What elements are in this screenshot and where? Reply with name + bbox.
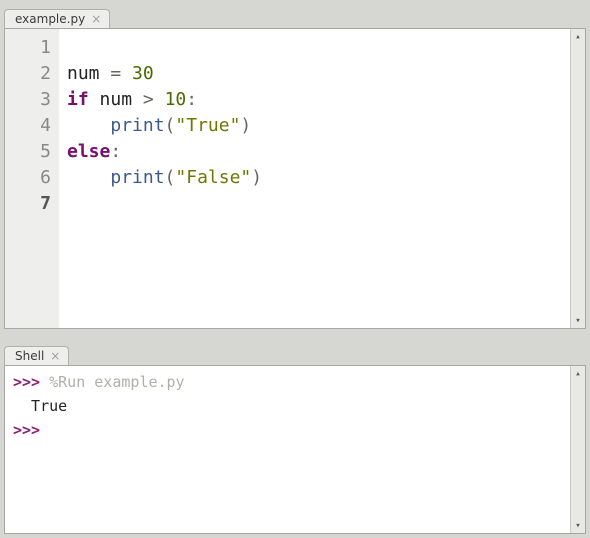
scroll-up-icon[interactable]: ▴: [571, 366, 585, 381]
shell-output: True: [13, 394, 562, 418]
shell-line: >>> %Run example.py: [13, 370, 562, 394]
shell-run-command: %Run example.py: [40, 373, 185, 391]
line-number: 7: [5, 191, 51, 217]
scrollbar-track[interactable]: [571, 381, 585, 518]
scroll-down-icon[interactable]: ▾: [571, 518, 585, 533]
editor-tab-row: example.py ×: [4, 4, 586, 28]
line-number: 3: [5, 87, 51, 113]
editor-content: 1 2 3 4 5 6 7 num = 30if num > 10: print…: [4, 28, 586, 329]
editor-panel: example.py × 1 2 3 4 5 6 7 num = 30if nu…: [0, 0, 590, 333]
shell-panel: Shell × >>> %Run example.py True >>> ▴ ▾: [0, 337, 590, 538]
shell-tab-row: Shell ×: [4, 341, 586, 365]
shell-scrollbar[interactable]: ▴ ▾: [570, 366, 585, 533]
editor-scrollbar[interactable]: ▴ ▾: [570, 29, 585, 328]
scroll-up-icon[interactable]: ▴: [571, 29, 585, 44]
shell-prompt: >>>: [13, 373, 40, 391]
shell-line: >>>: [13, 418, 562, 442]
code-line: num = 30: [67, 61, 562, 87]
line-number: 4: [5, 113, 51, 139]
editor-tab-label: example.py: [15, 12, 85, 26]
shell-tab[interactable]: Shell ×: [4, 346, 69, 365]
code-line: [67, 35, 562, 61]
line-number: 6: [5, 165, 51, 191]
scrollbar-track[interactable]: [571, 44, 585, 313]
line-number: 1: [5, 35, 51, 61]
shell-content: >>> %Run example.py True >>> ▴ ▾: [4, 365, 586, 534]
line-number-gutter: 1 2 3 4 5 6 7: [5, 29, 59, 328]
editor-tab[interactable]: example.py ×: [4, 9, 110, 28]
close-icon[interactable]: ×: [50, 350, 60, 362]
line-number: 5: [5, 139, 51, 165]
code-editor[interactable]: num = 30if num > 10: print("True")else: …: [59, 29, 570, 328]
code-line: else:: [67, 139, 562, 165]
code-line: if num > 10:: [67, 87, 562, 113]
shell-tab-label: Shell: [15, 349, 44, 363]
code-line: [67, 191, 562, 217]
code-line: print("True"): [67, 113, 562, 139]
scroll-down-icon[interactable]: ▾: [571, 313, 585, 328]
shell-prompt: >>>: [13, 421, 40, 439]
close-icon[interactable]: ×: [91, 13, 101, 25]
line-number: 2: [5, 61, 51, 87]
code-line: print("False"): [67, 165, 562, 191]
shell-output-area[interactable]: >>> %Run example.py True >>>: [5, 366, 570, 533]
